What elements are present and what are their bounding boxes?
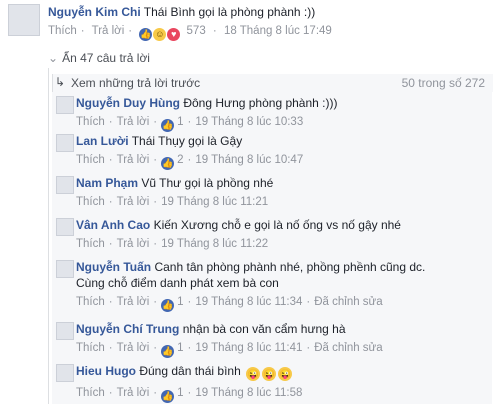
like-reaction-icon: 👍 bbox=[161, 390, 175, 403]
reply-actions: Thích · Trả lời · 👍 2 · 19 Tháng 8 lúc 10:47 bbox=[76, 154, 304, 170]
list-item: Lan Lười Thái Thụy gọi là Gậy Thích · Trả … bbox=[76, 134, 487, 170]
reply-text: Đúng dân thái bình bbox=[139, 364, 241, 378]
reaction-count[interactable]: 1 bbox=[177, 296, 183, 308]
comment-timestamp[interactable]: 18 Tháng 8 lúc 17:49 bbox=[224, 25, 332, 37]
like-link[interactable]: Thích bbox=[48, 25, 77, 37]
like-link[interactable]: Thích bbox=[76, 296, 105, 308]
avatar[interactable] bbox=[56, 176, 74, 194]
reply-author[interactable]: Nguyễn Chí Trung bbox=[76, 322, 179, 336]
reply-timestamp[interactable]: 19 Tháng 8 lúc 11:34 bbox=[195, 296, 302, 308]
like-link[interactable]: Thích bbox=[76, 387, 105, 399]
haha-reaction-icon: ☺ bbox=[153, 28, 167, 41]
avatar[interactable] bbox=[56, 96, 74, 114]
reaction-count[interactable]: 1 bbox=[177, 116, 183, 128]
reply-actions: Thích · Trả lời · 👍 1 · 19 Tháng 8 lúc 11:41 · Đã… bbox=[76, 342, 383, 358]
reply-text: Canh tân phòng phành nhé, phồng phềnh cũ… bbox=[154, 260, 426, 274]
comment-text: Thái Bình gọi là phòng phành :)) bbox=[143, 5, 316, 19]
reply-link[interactable]: Trả lời bbox=[117, 296, 150, 308]
reply-text: Vũ Thư gọi là phồng nhé bbox=[141, 176, 274, 190]
avatar[interactable] bbox=[8, 4, 40, 36]
list-item: Nguyễn Duy Hùng Đông Hưng phòng phành :)… bbox=[76, 96, 487, 132]
reaction-count[interactable]: 1 bbox=[177, 342, 183, 354]
reply-timestamp[interactable]: 19 Tháng 8 lúc 10:33 bbox=[195, 116, 303, 128]
reply-timestamp[interactable]: 19 Tháng 8 lúc 11:41 bbox=[195, 342, 302, 354]
view-previous-label[interactable]: Xem những trả lời trước bbox=[71, 76, 200, 90]
reaction-count[interactable]: 1 bbox=[177, 387, 183, 399]
reply-timestamp[interactable]: 19 Tháng 8 lúc 11:22 bbox=[161, 238, 268, 250]
like-link[interactable]: Thích bbox=[76, 196, 105, 208]
reply-actions: Thích · Trả lời · 19 Tháng 8 lúc 11:22 bbox=[76, 238, 269, 250]
reply-author[interactable]: Hieu Hugo bbox=[76, 364, 136, 378]
avatar[interactable] bbox=[56, 260, 74, 278]
reply-actions: Thích · Trả lời · 👍 1 · 19 Tháng 8 lúc 11:58 bbox=[76, 387, 303, 403]
avatar[interactable] bbox=[56, 322, 74, 340]
like-reaction-icon: 👍 bbox=[139, 28, 153, 41]
like-reaction-icon: 👍 bbox=[161, 119, 175, 132]
reply-link[interactable]: Trả lời bbox=[117, 238, 150, 250]
reply-author[interactable]: Nam Phạm bbox=[76, 176, 138, 190]
reply-text: Thái Thụy gọi là Gậy bbox=[131, 134, 243, 148]
chevron-down-icon: ⌄ bbox=[48, 51, 59, 65]
comment-author[interactable]: Nguyễn Kim Chi bbox=[48, 5, 141, 19]
reply-timestamp[interactable]: 19 Tháng 8 lúc 10:47 bbox=[195, 154, 303, 166]
like-link[interactable]: Thích bbox=[76, 116, 105, 128]
list-item: Nguyễn Chí Trung nhận bà con văn cẩm hưn… bbox=[76, 322, 487, 358]
hide-replies-toggle[interactable]: ⌄ Ẩn 47 câu trả lời bbox=[48, 51, 150, 65]
reply-text: nhận bà con văn cẩm hưng hà bbox=[182, 322, 346, 336]
reply-pager: 50 trong số 272 bbox=[401, 76, 485, 90]
like-reaction-icon: 👍 bbox=[161, 157, 175, 170]
view-previous-replies[interactable]: ↳ Xem những trả lời trước 50 trong số 27… bbox=[52, 74, 493, 92]
reply-link[interactable]: Trả lời bbox=[117, 116, 150, 128]
edited-label[interactable]: Đã chỉnh sửa bbox=[314, 342, 382, 354]
reply-author[interactable]: Lan Lười bbox=[76, 134, 129, 148]
edited-label[interactable]: Đã chỉnh sửa bbox=[314, 296, 382, 308]
reply-link[interactable]: Trả lời bbox=[117, 196, 150, 208]
list-item: Nam Phạm Vũ Thư gọi là phồng nhé Thích · T… bbox=[76, 176, 487, 208]
list-item: Hieu Hugo Đúng dân thái bình 😜 😜 😜 Thích · T… bbox=[76, 364, 487, 403]
like-link[interactable]: Thích bbox=[76, 238, 105, 250]
list-item: Nguyễn Tuấn Canh tân phòng phành nhé, ph… bbox=[76, 260, 487, 312]
like-reaction-icon: 👍 bbox=[161, 299, 175, 312]
top-comment: Nguyễn Kim Chi Thái Bình gọi là phòng ph… bbox=[48, 5, 487, 41]
reaction-summary[interactable]: 👍 ☺ ♥ 573 bbox=[139, 25, 209, 41]
reply-actions: Thích · Trả lời · 19 Tháng 8 lúc 11:21 bbox=[76, 196, 269, 208]
reply-arrow-icon: ↳ bbox=[55, 75, 66, 89]
reply-author[interactable]: Vân Anh Cao bbox=[76, 218, 150, 232]
reply-link[interactable]: Trả lời bbox=[117, 154, 150, 166]
tongue-emoji-icon: 😜 bbox=[278, 367, 293, 381]
reaction-count: 573 bbox=[186, 25, 206, 37]
like-link[interactable]: Thích bbox=[76, 154, 105, 166]
reply-text-line2: Cùng chỗ điểm danh phát xem bà con bbox=[76, 276, 279, 290]
list-item: Vân Anh Cao Kiến Xương chỗ e gọi là nố ố… bbox=[76, 218, 487, 250]
avatar[interactable] bbox=[56, 134, 74, 152]
reply-author[interactable]: Nguyễn Duy Hùng bbox=[76, 96, 180, 110]
avatar[interactable] bbox=[56, 364, 74, 382]
reply-author[interactable]: Nguyễn Tuấn bbox=[76, 260, 151, 274]
heart-reaction-icon: ♥ bbox=[167, 28, 181, 41]
reply-text: Kiến Xương chỗ e gọi là nố ống vs nố gậy… bbox=[153, 218, 401, 232]
reply-timestamp[interactable]: 19 Tháng 8 lúc 11:58 bbox=[195, 387, 302, 399]
tongue-emoji-icon: 😜 bbox=[262, 367, 277, 381]
reply-text: Đông Hưng phòng phành :))) bbox=[183, 96, 338, 110]
thread-line bbox=[48, 68, 49, 404]
comment-actions: Thích · Trả lời · 👍 ☺ ♥ 573 · 18 Tháng 8 lúc… bbox=[48, 25, 332, 41]
reply-timestamp[interactable]: 19 Tháng 8 lúc 11:21 bbox=[161, 196, 268, 208]
hide-replies-label: Ẩn 47 câu trả lời bbox=[62, 51, 150, 65]
reply-link[interactable]: Trả lời bbox=[117, 342, 150, 354]
tongue-emoji-icon: 😜 bbox=[246, 367, 261, 381]
reply-actions: Thích · Trả lời · 👍 1 · 19 Tháng 8 lúc 11:34 · Đã… bbox=[76, 296, 383, 312]
like-link[interactable]: Thích bbox=[76, 342, 105, 354]
reply-link[interactable]: Trả lời bbox=[92, 25, 125, 37]
like-reaction-icon: 👍 bbox=[161, 345, 175, 358]
reaction-count[interactable]: 2 bbox=[177, 154, 183, 166]
reply-link[interactable]: Trả lời bbox=[117, 387, 150, 399]
avatar[interactable] bbox=[56, 218, 74, 236]
reply-actions: Thích · Trả lời · 👍 1 · 19 Tháng 8 lúc 10:33 bbox=[76, 116, 304, 132]
